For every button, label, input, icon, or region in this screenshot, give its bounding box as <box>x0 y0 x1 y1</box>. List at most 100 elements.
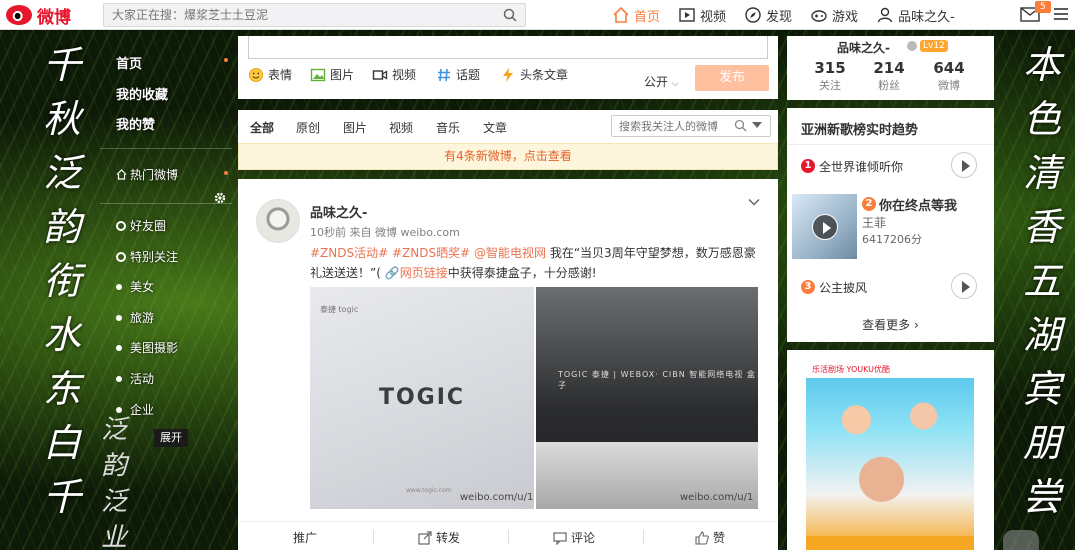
repost-button[interactable]: 转发 <box>418 529 460 546</box>
post-mention[interactable]: @智能电视网 <box>474 246 546 260</box>
profile-name[interactable]: 品味之久- <box>837 39 890 56</box>
stat-following[interactable]: 315 关注 <box>800 59 860 93</box>
post-card: 品味之久- 10秒前 来自 微博 weibo.com #ZNDS活动# #ZND… <box>238 179 778 550</box>
like-label: 赞 <box>713 531 726 545</box>
sidebar-item-home[interactable]: 首页 <box>116 53 142 72</box>
image-small-text: 泰捷 togic <box>320 305 359 314</box>
composer-textarea[interactable] <box>248 36 768 59</box>
visibility-select[interactable]: 公开 ⌵ <box>644 73 679 90</box>
sidebar-item-friends[interactable]: 好友圈 <box>116 217 166 234</box>
sidebar-item-beauty[interactable]: 美女 <box>116 278 154 295</box>
avatar[interactable] <box>256 199 300 243</box>
stat-posts[interactable]: 644 微博 <box>919 59 979 93</box>
image-watermark: weibo.com/u/1 <box>460 492 534 503</box>
stat-followers[interactable]: 214 粉丝 <box>859 59 919 93</box>
tab-articles[interactable]: 文章 <box>483 119 507 136</box>
ad-banner[interactable]: 乐活剧场 YOUKU优酷 <box>806 364 974 550</box>
sidebar-item-activity[interactable]: 活动 <box>116 370 154 387</box>
nav-home-label: 首页 <box>634 9 661 25</box>
action-separator <box>373 530 374 544</box>
logo-text: 微博 <box>37 7 71 28</box>
back-to-top-button[interactable] <box>1003 530 1039 550</box>
tab-music[interactable]: 音乐 <box>436 119 460 136</box>
see-more-link[interactable]: 查看更多 › <box>787 316 994 333</box>
post-image-2[interactable]: TOGIC 泰捷 | WEBOX· CIBN 智能网络电视 盒子 weibo.c… <box>536 287 758 509</box>
weibo-eye-icon <box>6 5 32 25</box>
search-box <box>103 3 526 27</box>
new-posts-notice[interactable]: 有4条新微博，点击查看 <box>238 143 778 170</box>
song-title[interactable]: 公主披风 <box>819 279 867 296</box>
sidebar-item-favorites[interactable]: 我的收藏 <box>116 84 168 103</box>
picture-button[interactable]: 图片 <box>310 66 354 83</box>
top-navbar: 微博 首页 视频 发现 游戏 品味之久- 5 <box>0 0 1075 30</box>
publish-button[interactable]: 发布 <box>695 65 769 91</box>
topic-button[interactable]: 话题 <box>436 66 480 83</box>
see-more-label: 查看更多 <box>862 318 911 332</box>
search-icon[interactable] <box>503 8 517 22</box>
article-button[interactable]: 头条文章 <box>500 66 568 83</box>
topic-label: 话题 <box>456 68 481 82</box>
post-link[interactable]: 🔗网页链接 <box>385 266 448 280</box>
song-artist[interactable]: 王菲 <box>862 214 886 231</box>
sidebar-special-label: 特别关注 <box>130 250 179 264</box>
link-icon: 🔗 <box>384 266 400 280</box>
visibility-label: 公开 <box>644 75 669 89</box>
post-image-1[interactable]: 泰捷 togic TOGIC www.togic.com weibo.com/u… <box>310 287 534 509</box>
nav-discover[interactable]: 发现 <box>744 6 792 25</box>
sidebar-item-special[interactable]: 特别关注 <box>116 248 178 265</box>
promote-label: 推广 <box>293 531 318 545</box>
sidebar-photo-label: 美图摄影 <box>130 341 179 355</box>
ad-card: 乐活剧场 YOUKU优酷 <box>787 350 994 550</box>
image-brand-text: TOGIC <box>378 385 466 410</box>
profile-card: 品味之久- Lv12 315 关注 214 粉丝 644 微博 <box>787 36 994 100</box>
composer: 表情 图片 视频 话题 头条文章 公开 ⌵ 发布 <box>238 36 778 99</box>
user-icon <box>877 7 893 23</box>
search-input[interactable] <box>104 4 494 26</box>
comment-button[interactable]: 评论 <box>553 529 595 546</box>
posts-count: 644 <box>933 59 965 77</box>
emoji-button[interactable]: 表情 <box>248 66 292 83</box>
sidebar-item-likes[interactable]: 我的赞 <box>116 114 155 133</box>
gamepad-icon <box>811 10 827 22</box>
like-button[interactable]: 赞 <box>695 529 725 546</box>
expand-button[interactable]: 展开 <box>154 429 188 447</box>
play-icon <box>812 214 838 240</box>
post-author[interactable]: 品味之久- <box>310 202 367 221</box>
following-label: 关注 <box>819 79 841 92</box>
song-title[interactable]: 全世界谁倾听你 <box>819 158 903 175</box>
chevron-down-icon[interactable] <box>748 196 760 208</box>
nav-profile[interactable]: 品味之久- <box>876 6 955 25</box>
song-title[interactable]: 你在终点等我 <box>879 195 957 214</box>
play-button[interactable] <box>951 152 977 178</box>
nav-games[interactable]: 游戏 <box>810 6 858 25</box>
tab-original[interactable]: 原创 <box>296 119 320 136</box>
feed-search-input[interactable] <box>612 116 732 136</box>
sidebar-item-travel[interactable]: 旅游 <box>116 309 154 326</box>
album-cover[interactable] <box>792 194 857 259</box>
sidebar-item-enterprise[interactable]: 企业 <box>116 401 154 418</box>
video-post-button[interactable]: 视频 <box>372 66 416 83</box>
promote-button[interactable]: 推广 <box>293 529 317 546</box>
tab-pictures[interactable]: 图片 <box>343 119 367 136</box>
post-tag-2[interactable]: #ZNDS晒奖# <box>392 246 470 260</box>
weibo-logo[interactable]: 微博 <box>6 3 71 28</box>
caret-down-icon[interactable] <box>752 122 762 128</box>
menu-icon[interactable] <box>1054 8 1068 20</box>
nav-video[interactable]: 视频 <box>678 6 726 25</box>
sidebar-item-hot[interactable]: 热门微博 <box>116 166 178 183</box>
feed-search <box>611 115 771 137</box>
nav-home[interactable]: 首页 <box>612 6 660 25</box>
gear-icon[interactable] <box>213 191 227 205</box>
play-button[interactable] <box>951 273 977 299</box>
tab-video[interactable]: 视频 <box>389 119 413 136</box>
search-icon[interactable] <box>734 119 747 132</box>
song-score: 6417206分 <box>862 233 922 246</box>
bullet-icon <box>116 314 122 321</box>
hot-unread-dot <box>224 171 228 175</box>
level-badge[interactable]: Lv12 <box>920 40 948 52</box>
trend-title: 亚洲新歌榜实时趋势 <box>801 123 919 138</box>
tab-all[interactable]: 全部 <box>250 119 274 136</box>
chevron-down-icon: ⌵ <box>671 79 679 89</box>
sidebar-item-photo[interactable]: 美图摄影 <box>116 339 178 356</box>
post-tag-1[interactable]: #ZNDS活动# <box>310 246 388 260</box>
